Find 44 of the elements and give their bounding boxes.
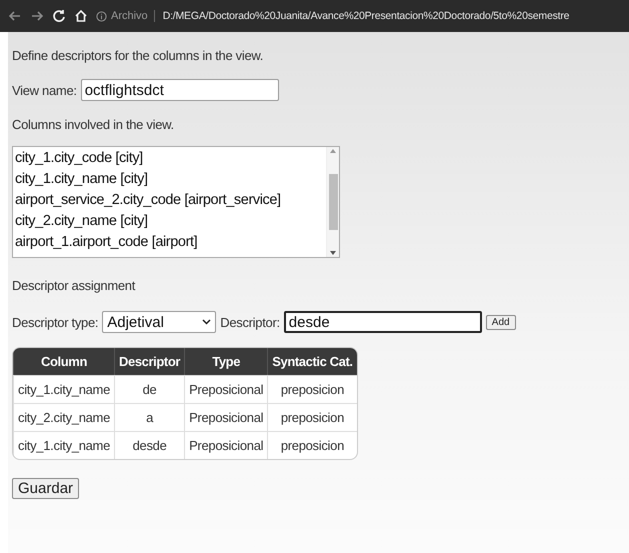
table-cell: preposicion xyxy=(267,403,357,431)
columns-listbox[interactable]: city_1.city_code [city] city_1.city_name [city] airport_service_2.city_code [airport_service] city_2.city_name [city] airport_1.airport_code [airport] xyxy=(12,146,340,258)
table-cell: de xyxy=(114,375,184,403)
column-header: Column xyxy=(13,348,114,375)
forward-icon[interactable] xyxy=(30,9,44,23)
list-option[interactable]: airport_1.airport_code [airport] xyxy=(15,232,324,253)
column-header: Type xyxy=(184,348,268,375)
table-cell: preposicion xyxy=(267,375,357,403)
back-icon[interactable] xyxy=(8,9,22,23)
table-cell: preposicion xyxy=(267,431,357,459)
descriptor-field[interactable]: desde xyxy=(284,311,482,333)
table-cell: city_2.city_name xyxy=(13,403,114,431)
column-header: Syntactic Cat. xyxy=(267,348,357,375)
address-text[interactable]: D:/MEGA/Doctorado%20Juanita/Avance%20Presentacion%20Doctorado/5to%20semestre xyxy=(162,10,570,22)
table-cell: city_1.city_name xyxy=(13,375,114,403)
table-cell: Preposicional xyxy=(184,403,268,431)
scroll-down-icon[interactable] xyxy=(330,251,336,255)
list-option[interactable]: city_1.city_name [city] xyxy=(15,169,324,190)
list-option[interactable]: city_2.city_name [city] xyxy=(15,211,324,232)
table-cell: desde xyxy=(114,431,184,459)
list-option[interactable]: airport_service_2.city_code [airport_service] xyxy=(15,190,324,211)
table-cell: Preposicional xyxy=(184,431,268,459)
home-icon[interactable] xyxy=(74,9,88,23)
scroll-up-icon[interactable] xyxy=(330,149,336,153)
descriptor-label: Descriptor: xyxy=(220,314,280,330)
table-cell: a xyxy=(114,403,184,431)
list-option[interactable]: city_1.city_code [city] xyxy=(15,148,324,169)
assignment-label: Descriptor assignment xyxy=(12,278,136,293)
descriptor-type-label: Descriptor type: xyxy=(12,314,98,330)
descriptor-type-select[interactable]: Adjetival xyxy=(102,311,216,333)
security-label[interactable]: Archivo xyxy=(111,10,148,22)
add-button[interactable]: Add xyxy=(486,314,516,330)
view-name-label: View name: xyxy=(12,82,77,98)
chevron-icon xyxy=(202,319,212,325)
intro-text: Define descriptors for the columns in the view. xyxy=(12,48,264,63)
column-header: Descriptor xyxy=(114,348,184,375)
info-icon[interactable] xyxy=(96,10,107,22)
table-cell: Preposicional xyxy=(184,375,268,403)
table-cell: city_1.city_name xyxy=(13,431,114,459)
reload-icon[interactable] xyxy=(52,9,66,23)
save-button[interactable]: Guardar xyxy=(12,478,80,499)
scrollbar[interactable] xyxy=(326,147,339,257)
view-name-field[interactable]: octflightsdct xyxy=(80,79,279,101)
columns-label: Columns involved in the view. xyxy=(12,117,174,132)
